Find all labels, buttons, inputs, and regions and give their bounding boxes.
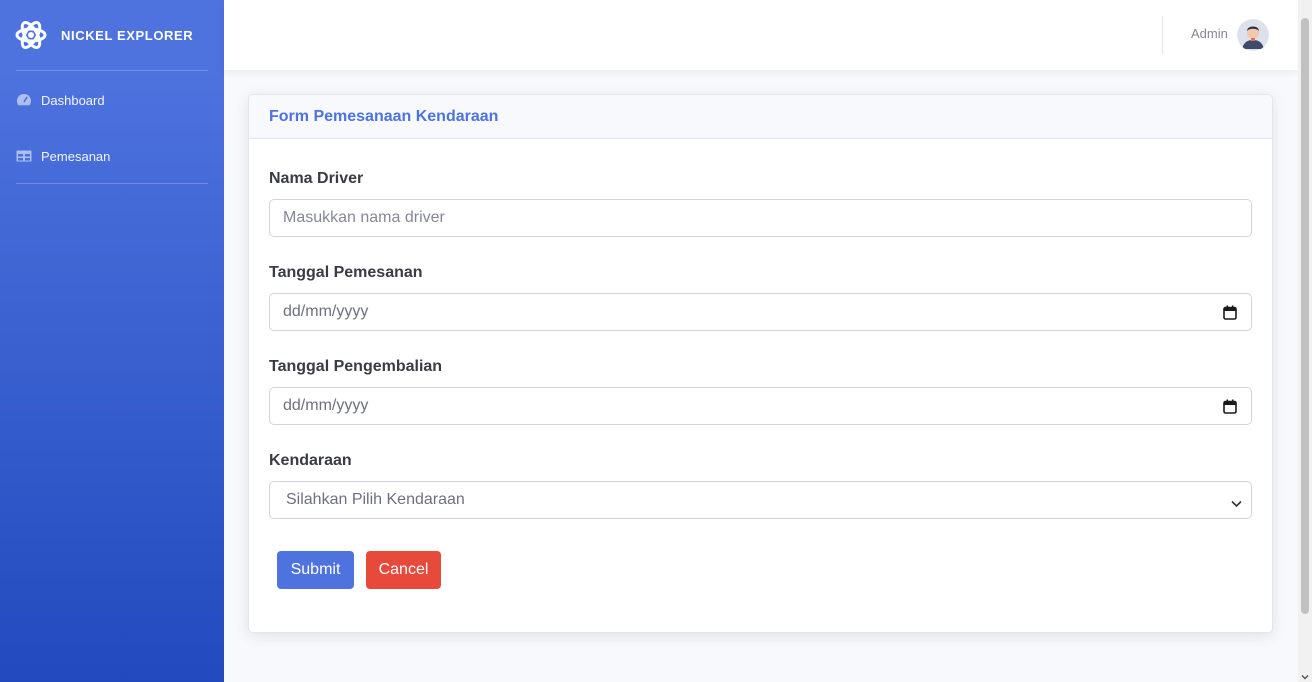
order-date-label: Tanggal Pemesanan — [269, 264, 423, 281]
chevron-down-icon — [1231, 495, 1242, 513]
sidebar-divider — [16, 70, 208, 71]
return-date-label: Tanggal Pengembalian — [269, 358, 443, 375]
sidebar: NICKEL EXPLORER Dashboard Pemesanan — [0, 0, 224, 682]
topbar: Admin — [224, 0, 1298, 70]
cancel-button[interactable]: Cancel — [366, 551, 441, 589]
tachometer-icon — [17, 94, 31, 106]
table-icon — [16, 150, 32, 162]
user-name[interactable]: Admin — [1191, 26, 1228, 41]
page-scrollbar[interactable] — [1298, 0, 1312, 682]
user-avatar[interactable] — [1237, 19, 1269, 51]
sidebar-divider — [16, 183, 208, 184]
booking-form-card: Form Pemesanaan Kendaraan Nama Driver Ma… — [248, 94, 1273, 633]
topbar-divider — [1162, 16, 1163, 54]
calendar-icon[interactable] — [1223, 399, 1237, 419]
driver-name-placeholder: Masukkan nama driver — [283, 209, 445, 226]
atom-icon — [15, 19, 47, 51]
order-date-placeholder: dd/mm/yyyy — [283, 303, 369, 320]
return-date-input[interactable]: dd/mm/yyyy — [269, 387, 1252, 425]
vehicle-selected-value: Silahkan Pilih Kendaraan — [286, 491, 465, 508]
card-header: Form Pemesanaan Kendaraan — [249, 95, 1272, 139]
order-date-input[interactable]: dd/mm/yyyy — [269, 293, 1252, 331]
brand[interactable]: NICKEL EXPLORER — [0, 0, 224, 70]
vehicle-label: Kendaraan — [269, 452, 352, 469]
sidebar-item-label: Pemesanan — [41, 148, 111, 164]
brand-name: NICKEL EXPLORER — [61, 27, 194, 43]
driver-name-input[interactable]: Masukkan nama driver — [269, 199, 1252, 237]
card-title: Form Pemesanaan Kendaraan — [269, 107, 499, 125]
sidebar-item-pemesanan[interactable]: Pemesanan — [16, 144, 110, 168]
scrollbar-thumb[interactable] — [1301, 18, 1309, 614]
vehicle-select[interactable]: Silahkan Pilih Kendaraan — [269, 481, 1252, 519]
sidebar-item-label: Dashboard — [41, 92, 105, 108]
scroll-down-icon[interactable] — [1301, 668, 1309, 680]
calendar-icon[interactable] — [1223, 305, 1237, 325]
return-date-placeholder: dd/mm/yyyy — [283, 397, 369, 414]
driver-name-label: Nama Driver — [269, 170, 364, 187]
submit-button[interactable]: Submit — [277, 551, 354, 589]
sidebar-item-dashboard[interactable]: Dashboard — [16, 88, 105, 112]
